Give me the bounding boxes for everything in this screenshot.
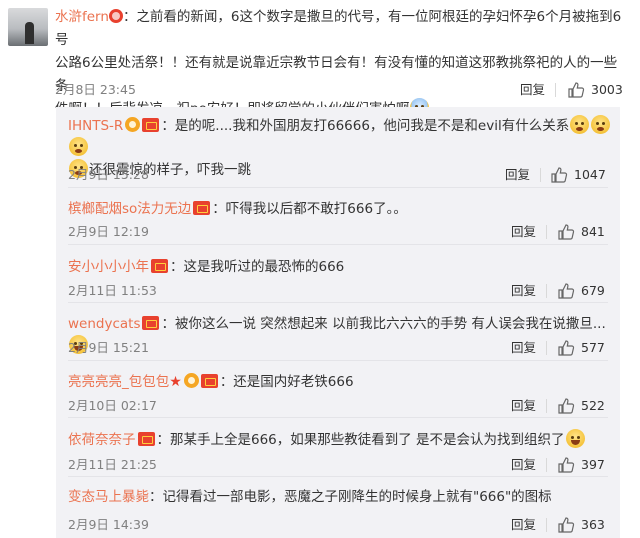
reply-button[interactable]: 回复	[520, 80, 545, 100]
thumbs-up-icon	[558, 398, 575, 414]
badge-icon	[125, 117, 141, 132]
reply-date: 2月9日 15:21	[68, 340, 149, 355]
like-count: 397	[581, 457, 605, 472]
divider	[546, 225, 547, 239]
reply-date: 2月9日 12:19	[68, 224, 149, 239]
like-count: 3003	[591, 82, 623, 97]
red-envelope-icon	[142, 316, 160, 330]
emoji-icon	[591, 115, 611, 134]
reply-text: 槟榔配烟so法力无边 ：吓得我以后都不敢打666了。。	[68, 201, 407, 217]
reply-button[interactable]: 回复	[511, 338, 536, 358]
reply-meta: 2月9日 15:28 回复 1047	[68, 165, 613, 185]
reply-meta: 2月9日 12:19 回复 841	[68, 222, 613, 242]
reply-meta: 2月9日 15:21 回复 577	[68, 338, 613, 358]
reply-button[interactable]: 回复	[511, 222, 536, 242]
username-link[interactable]: wendycats	[68, 316, 140, 332]
red-envelope-icon	[142, 118, 160, 132]
reply-button[interactable]: 回复	[511, 455, 536, 475]
reply-date: 2月9日 15:28	[68, 167, 149, 182]
reply-date: 2月11日 11:53	[68, 283, 157, 298]
reply-item: IHNTS-R ：是的呢....我和外国朋友打66666，他问我是不是和evil有…	[56, 107, 620, 188]
like-count: 522	[581, 398, 605, 413]
red-envelope-icon	[151, 259, 168, 273]
main-comment-text: 水滸fern ：之前看的新闻，6这个数字是撒旦的代号，有一位阿根廷的孕妇怀孕6个月…	[55, 6, 625, 121]
reply-item: 亮亮亮亮_包包包★ ：还是国内好老铁666 2月10日 02:17 回复 522	[56, 361, 620, 418]
reply-item: 安小小小小年 ：这是我听过的最恐怖的666 2月11日 11:53 回复 679	[56, 245, 620, 303]
like-count: 1047	[574, 167, 606, 182]
divider	[546, 284, 547, 298]
divider	[546, 458, 547, 472]
reply-text: 依荷奈奈子 ：那某手上全是666，如果那些教徒看到了 是不是会认为找到组织了	[68, 429, 613, 451]
comment-meta: 2月8日 23:45 回复 3003	[55, 80, 623, 100]
reply-meta: 2月9日 14:39 回复 363	[68, 515, 613, 535]
like-count: 679	[581, 283, 605, 298]
reply-text: 亮亮亮亮_包包包★ ：还是国内好老铁666	[68, 373, 354, 390]
thumbs-up-icon	[551, 167, 568, 183]
laugh-emoji-icon	[565, 429, 585, 448]
user-badge-icon	[108, 9, 123, 23]
reply-item: wendycats ：被你这么一说 突然想起来 以前我比六六六的手势 有人误会我在…	[56, 303, 620, 361]
reply-date: 2月10日 02:17	[68, 398, 157, 413]
emoji-icon	[69, 137, 88, 156]
reply-date: 2月9日 14:39	[68, 517, 149, 532]
reply-meta: 2月10日 02:17 回复 522	[68, 396, 613, 416]
reply-date: 2月11日 21:25	[68, 457, 157, 472]
divider	[540, 168, 541, 182]
reply-button[interactable]: 回复	[511, 515, 536, 535]
like-count: 577	[581, 340, 605, 355]
thumbs-up-icon	[558, 283, 575, 299]
reply-item: 变态马上暴毙：记得看过一部电影，恶魔之子刚降生的时候身上就有"666"的图标 2…	[56, 477, 620, 538]
reply-item: 槟榔配烟so法力无边 ：吓得我以后都不敢打666了。。 2月9日 12:19 回复…	[56, 188, 620, 245]
like-count: 841	[581, 224, 605, 239]
username-link[interactable]: 依荷奈奈子	[68, 432, 136, 448]
thumbs-up-icon	[558, 457, 575, 473]
like-count: 363	[581, 517, 605, 532]
reply-item: 依荷奈奈子 ：那某手上全是666，如果那些教徒看到了 是不是会认为找到组织了 2月…	[56, 418, 620, 477]
reply-text: 变态马上暴毙：记得看过一部电影，恶魔之子刚降生的时候身上就有"666"的图标	[68, 489, 552, 505]
reply-button[interactable]: 回复	[511, 396, 536, 416]
reply-button[interactable]: 回复	[505, 165, 530, 185]
divider	[546, 399, 547, 413]
badge-icon	[183, 373, 199, 388]
main-comment: 水滸fern ：之前看的新闻，6这个数字是撒旦的代号，有一位阿根廷的孕妇怀孕6个月…	[0, 0, 640, 117]
avatar[interactable]	[8, 8, 48, 46]
username-link[interactable]: 安小小小小年	[68, 259, 149, 275]
username-link[interactable]: 水滸fern	[55, 9, 109, 25]
red-envelope-icon	[193, 201, 211, 215]
thumbs-up-icon	[568, 82, 585, 98]
thumbs-up-icon	[558, 517, 575, 533]
reply-meta: 2月11日 21:25 回复 397	[68, 455, 613, 475]
replies-panel: IHNTS-R ：是的呢....我和外国朋友打66666，他问我是不是和evil有…	[56, 107, 620, 538]
reply-text: 安小小小小年 ：这是我听过的最恐怖的666	[68, 259, 345, 275]
star-icon: ★	[169, 374, 182, 390]
divider	[555, 83, 556, 97]
username-link[interactable]: 亮亮亮亮_包包包	[68, 374, 169, 390]
reply-button[interactable]: 回复	[511, 281, 536, 301]
username-link[interactable]: IHNTS-R	[68, 118, 123, 134]
thumbs-up-icon	[558, 340, 575, 356]
divider	[546, 518, 547, 532]
red-envelope-icon	[137, 432, 155, 446]
emoji-icon	[570, 115, 590, 134]
thumbs-up-icon	[558, 224, 575, 240]
username-link[interactable]: 变态马上暴毙	[68, 489, 149, 505]
red-envelope-icon	[200, 374, 218, 388]
reply-meta: 2月11日 11:53 回复 679	[68, 281, 613, 301]
divider	[546, 341, 547, 355]
comment-date: 2月8日 23:45	[55, 82, 136, 97]
username-link[interactable]: 槟榔配烟so法力无边	[68, 201, 191, 217]
